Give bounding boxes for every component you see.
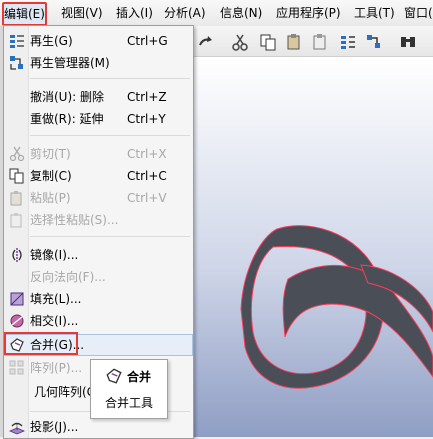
menu-item-label: 剪切(T) <box>30 147 71 161</box>
menu-analysis[interactable]: 分析(A) <box>164 4 206 22</box>
menu-item-project[interactable]: 投影(J)... <box>4 416 193 438</box>
menu-separator <box>30 78 190 79</box>
menu-item-intersect[interactable]: 相交(I)... <box>4 310 193 332</box>
mirror-icon <box>12 248 22 262</box>
menu-item-label: 重做(R): 延伸 <box>30 112 104 126</box>
menu-item-shortcut: Ctrl+X <box>127 147 167 161</box>
menu-edit[interactable]: 编辑(E) <box>2 2 47 26</box>
menu-item-redo[interactable]: 重做(R): 延伸 Ctrl+Y <box>4 108 193 130</box>
cut-icon[interactable] <box>231 33 249 51</box>
menu-item-paste-special[interactable]: 选择性粘贴(S)... <box>4 209 193 231</box>
merge-icon <box>106 368 122 384</box>
menu-item-label: 粘贴(P) <box>30 191 71 205</box>
menu-item-label: 再生管理器(M) <box>30 56 110 70</box>
model-viewport[interactable] <box>193 57 433 437</box>
tooltip-title: 合并 <box>127 370 152 384</box>
menu-item-shortcut: Ctrl+G <box>127 34 168 48</box>
regen-manager-icon[interactable] <box>365 33 383 51</box>
intersect-icon <box>10 314 24 328</box>
toolbar <box>193 26 433 57</box>
surface-model[interactable] <box>193 57 433 437</box>
menu-item-shortcut: Ctrl+Z <box>127 90 167 104</box>
menu-item-fill[interactable]: 填充(L)... <box>4 288 193 310</box>
menu-item-label: 填充(L)... <box>30 292 82 306</box>
paste-icon <box>10 191 22 206</box>
paste-special-icon[interactable] <box>311 33 329 51</box>
menu-item-label: 复制(C) <box>30 169 72 183</box>
copy-icon[interactable] <box>259 33 277 51</box>
menu-item-label: 撤消(U): 删除 <box>30 90 105 104</box>
menu-tools[interactable]: 工具(T) <box>354 4 395 22</box>
paste-special-icon <box>10 213 22 228</box>
menu-insert[interactable]: 插入(I) <box>116 4 153 22</box>
menu-item-shortcut: Ctrl+Y <box>127 112 166 126</box>
regenerate-icon[interactable] <box>339 33 357 51</box>
menu-bar: 编辑(E) 视图(V) 插入(I) 分析(A) 信息(N) 应用程序(P) 工具… <box>0 0 433 27</box>
menu-item-label: 再生(G) <box>30 34 73 48</box>
menu-item-regenerate[interactable]: 再生(G) Ctrl+G <box>4 30 193 52</box>
merge-tooltip: 合并 合并工具 <box>90 359 168 419</box>
menu-separator <box>30 236 190 237</box>
menu-item-label: 阵列(P)... <box>30 361 83 375</box>
menu-item-label: 反向法向(F)... <box>30 270 106 284</box>
menu-item-label: 相交(I)... <box>30 314 79 328</box>
menu-item-regen-manager[interactable]: 再生管理器(M) <box>4 52 193 74</box>
menu-info[interactable]: 信息(N) <box>220 4 262 22</box>
menu-view[interactable]: 视图(V) <box>61 4 103 22</box>
menu-item-label: 投影(J)... <box>30 420 79 434</box>
paste-icon[interactable] <box>285 33 303 51</box>
menu-item-undo[interactable]: 撤消(U): 删除 Ctrl+Z <box>4 86 193 108</box>
menu-item-mirror[interactable]: 镜像(I)... <box>4 244 193 266</box>
menu-item-label: 镜像(I)... <box>30 248 79 262</box>
merge-highlight-box <box>4 332 78 355</box>
find-icon[interactable] <box>399 33 417 51</box>
tooltip-description: 合并工具 <box>105 396 154 410</box>
menu-item-copy[interactable]: 复制(C) Ctrl+C <box>4 165 193 187</box>
menu-separator <box>30 135 190 136</box>
menu-item-reverse-normal[interactable]: 反向法向(F)... <box>4 266 193 288</box>
fill-icon <box>10 292 24 306</box>
menu-item-cut[interactable]: 剪切(T) Ctrl+X <box>4 143 193 165</box>
copy-icon <box>9 168 24 184</box>
pattern-icon <box>9 360 24 375</box>
menu-applications[interactable]: 应用程序(P) <box>276 4 341 22</box>
menu-item-label: 几何阵列(G <box>34 385 96 399</box>
menu-item-label: 选择性粘贴(S)... <box>30 213 119 227</box>
regenerate-icon <box>10 35 24 48</box>
menu-window[interactable]: 窗口( <box>404 4 433 22</box>
redo-arrow-icon[interactable] <box>197 33 215 51</box>
cut-icon <box>9 146 25 162</box>
project-icon <box>9 422 25 435</box>
regen-manager-icon <box>10 56 23 70</box>
menu-item-shortcut: Ctrl+C <box>127 169 167 183</box>
menu-item-paste[interactable]: 粘贴(P) Ctrl+V <box>4 187 193 209</box>
menu-item-shortcut: Ctrl+V <box>127 191 167 205</box>
